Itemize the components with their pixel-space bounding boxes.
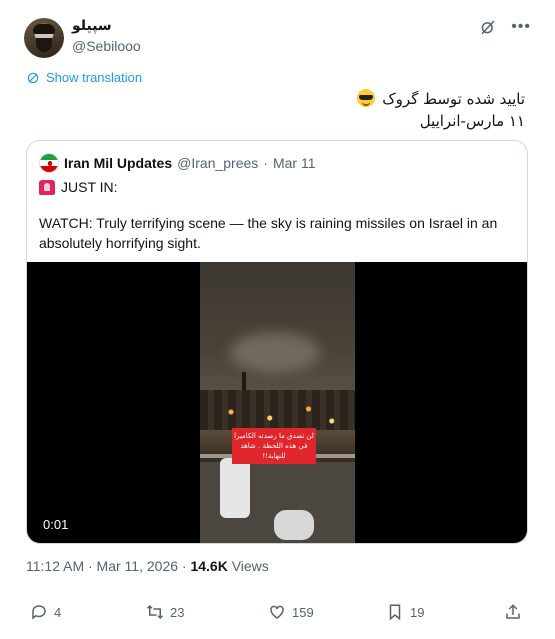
tweet-text: تایید شده توسط گروک ۱۱ مارس-انراییل — [355, 88, 525, 132]
just-in-label: JUST IN: — [61, 179, 118, 195]
action-bar: 4 23 159 19 — [26, 603, 530, 623]
quoted-header: Iran Mil Updates @Iran_prees · Mar 11 — [39, 153, 316, 173]
author-info[interactable]: سپیلو @Sebilooo — [72, 18, 141, 54]
reply-button[interactable]: 4 — [30, 603, 61, 621]
video-caption: لن تصدق ما رصدته الكاميرا في هذه اللحظة … — [232, 428, 316, 464]
avatar[interactable] — [24, 18, 64, 58]
separator-dot: · — [263, 155, 268, 171]
grok-icon[interactable] — [479, 18, 497, 36]
siren-icon — [39, 179, 55, 195]
video-frame — [200, 262, 355, 543]
user-handle[interactable]: @Sebilooo — [72, 38, 141, 54]
quoted-body: WATCH: Truly terrifying scene — the sky … — [39, 215, 498, 251]
views-count: 14.6K — [190, 558, 228, 574]
bookmark-icon — [389, 604, 401, 621]
show-translation-label[interactable]: Show translation — [46, 70, 142, 85]
share-button[interactable] — [504, 603, 522, 621]
bookmark-count: 19 — [410, 604, 425, 620]
repost-button[interactable]: 23 — [146, 603, 184, 621]
iran-flag-icon — [39, 153, 59, 173]
quoted-handle: @Iran_prees — [177, 155, 259, 171]
translate-icon — [27, 72, 39, 83]
repost-icon — [146, 604, 164, 620]
quoted-date: Mar 11 — [272, 155, 316, 171]
tweet-time[interactable]: 11:12 AM · Mar 11, 2026 · — [26, 558, 190, 574]
show-translation-link[interactable]: Show translation — [26, 70, 142, 85]
share-icon — [506, 604, 520, 619]
quoted-tweet[interactable]: Iran Mil Updates @Iran_prees · Mar 11 JU… — [26, 140, 528, 544]
like-count: 159 — [292, 604, 314, 620]
like-icon — [270, 605, 284, 619]
repost-count: 23 — [170, 604, 185, 620]
tweet-text-line1: تایید شده توسط گروک — [382, 90, 525, 108]
bookmark-button[interactable]: 19 — [386, 603, 424, 621]
views-label: Views — [227, 558, 269, 574]
quoted-line1: JUST IN: — [39, 179, 118, 195]
top-actions: ••• — [479, 18, 531, 36]
tweet-header: سپیلو @Sebilooo ••• — [24, 14, 531, 64]
reply-count: 4 — [54, 604, 62, 620]
display-name[interactable]: سپیلو — [72, 18, 141, 34]
video-player[interactable]: 0:01 — [27, 262, 527, 543]
more-icon[interactable]: ••• — [511, 18, 531, 36]
reply-icon — [32, 605, 46, 620]
tweet-meta: 11:12 AM · Mar 11, 2026 · 14.6K Views — [26, 558, 269, 574]
quoted-display-name: Iran Mil Updates — [64, 155, 173, 171]
like-button[interactable]: 159 — [268, 603, 314, 621]
sunglasses-emoji — [357, 89, 376, 107]
tweet-text-line2: ۱۱ مارس-انراییل — [419, 112, 525, 130]
video-timestamp: 0:01 — [43, 517, 69, 532]
